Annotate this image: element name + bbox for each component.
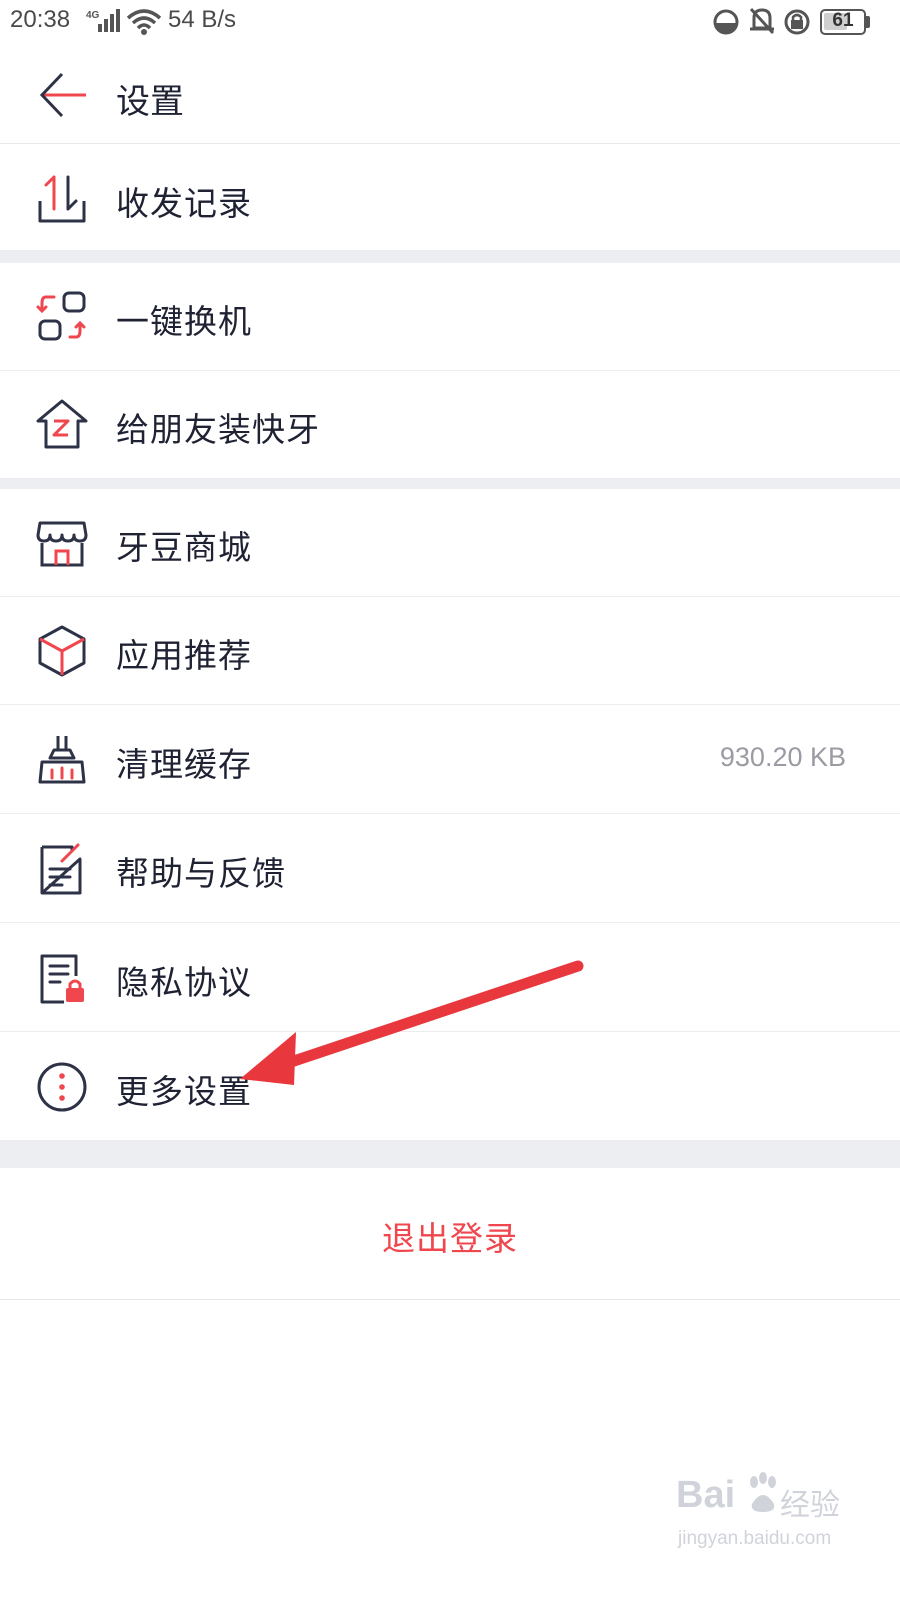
logout-button[interactable]: 退出登录 <box>0 1168 900 1300</box>
battery-indicator: 61 <box>820 9 866 35</box>
section-divider <box>0 251 900 263</box>
baidu-jingyan-watermark: Bai 经验 jingyan.baidu.com <box>676 1470 876 1560</box>
menu-item-help-feedback[interactable]: 帮助与反馈 <box>0 815 900 923</box>
menu-item-label: 给朋友装快牙 <box>116 410 320 449</box>
menu-item-install-for-friend[interactable]: 给朋友装快牙 <box>0 371 900 479</box>
menu-item-store[interactable]: 牙豆商城 <box>0 489 900 597</box>
menu-item-label: 隐私协议 <box>116 963 252 1002</box>
page-title: 设置 <box>116 82 184 122</box>
menu-item-label: 帮助与反馈 <box>116 854 286 893</box>
menu-item-label: 更多设置 <box>116 1072 252 1111</box>
logout-label: 退出登录 <box>382 1219 518 1258</box>
more-dots-icon <box>37 1062 87 1112</box>
menu-item-privacy-policy[interactable]: 隐私协议 <box>0 924 900 1032</box>
menu-item-label: 牙豆商城 <box>116 528 252 567</box>
store-icon <box>36 521 88 567</box>
rotation-lock-icon <box>784 9 810 35</box>
section-divider <box>0 1141 900 1168</box>
menu-item-app-recommend[interactable]: 应用推荐 <box>0 597 900 705</box>
watermark-suffix: 经验 <box>780 1488 840 1523</box>
signal-icon: 4G <box>86 9 120 32</box>
paw-icon <box>750 1472 776 1512</box>
network-speed: 54 B/s <box>168 6 237 33</box>
watermark-brand: Bai <box>676 1474 736 1516</box>
mute-bell-icon <box>749 7 775 35</box>
back-arrow-icon[interactable] <box>30 66 96 124</box>
menu-item-transfer-record[interactable]: 收发记录 <box>0 145 900 251</box>
feedback-icon <box>40 843 82 895</box>
network-type: 4G <box>86 10 100 21</box>
menu-item-phone-switch[interactable]: 一键换机 <box>0 263 900 371</box>
menu-item-label: 收发记录 <box>116 184 252 223</box>
status-bar: 20:38 4G 54 B/s 61 <box>0 0 900 44</box>
header-bar: 设置 <box>0 44 900 144</box>
battery-percent: 61 <box>832 10 854 31</box>
data-saver-icon <box>713 9 739 35</box>
menu-item-label: 应用推荐 <box>116 636 252 675</box>
app-cube-icon <box>38 625 86 677</box>
status-time: 20:38 <box>10 6 71 33</box>
install-for-friend-icon <box>36 399 88 449</box>
broom-icon <box>38 736 86 784</box>
cache-size-value: 930.20 KB <box>719 742 846 772</box>
menu-item-more-settings[interactable]: 更多设置 <box>0 1033 900 1141</box>
wifi-icon <box>126 9 162 35</box>
section-divider <box>0 479 900 489</box>
menu-item-clear-cache[interactable]: 清理缓存 930.20 KB <box>0 706 900 814</box>
privacy-doc-icon <box>40 954 84 1004</box>
menu-item-label: 一键换机 <box>116 302 252 341</box>
menu-item-label: 清理缓存 <box>116 745 252 784</box>
watermark-url: jingyan.baidu.com <box>678 1528 832 1549</box>
battery-tip <box>866 16 870 28</box>
transfer-record-icon <box>38 175 86 223</box>
phone-switch-icon <box>36 291 86 341</box>
